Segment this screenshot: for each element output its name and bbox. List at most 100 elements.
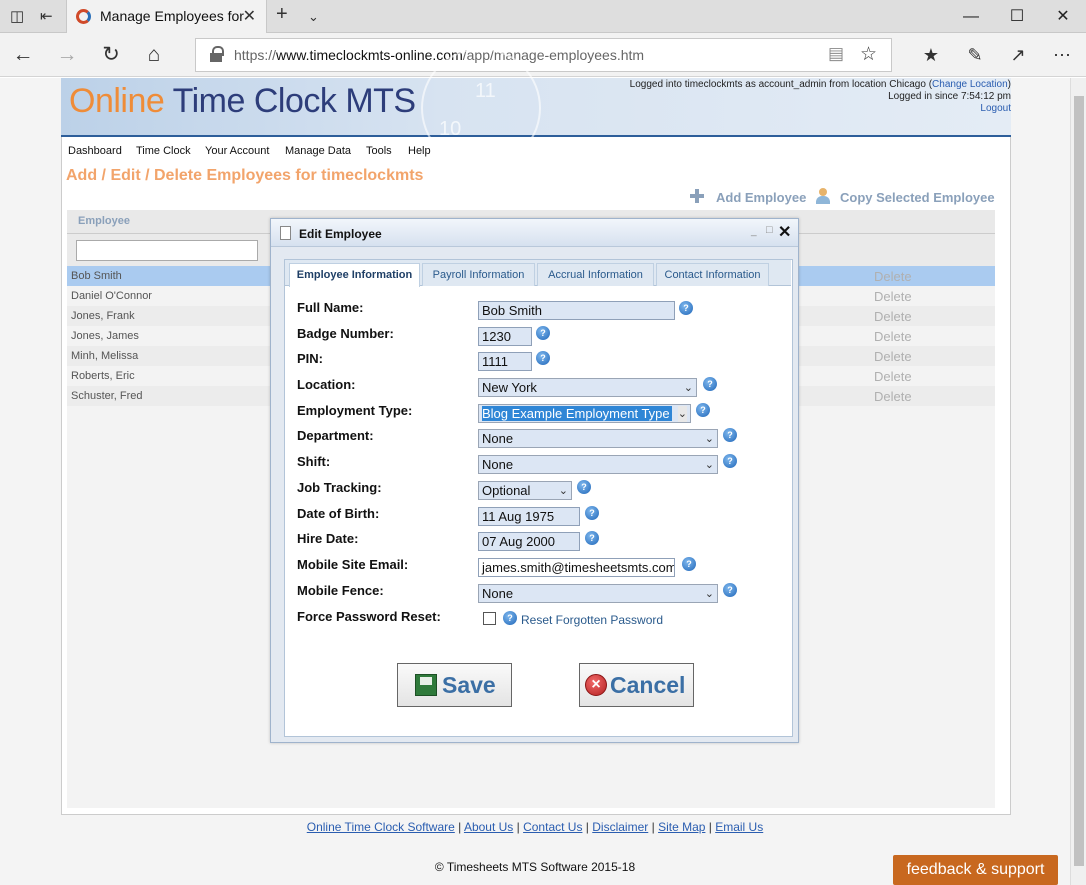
help-icon[interactable]: ? <box>682 557 696 571</box>
help-icon[interactable]: ? <box>723 454 737 468</box>
add-employee-icon[interactable] <box>690 189 704 203</box>
save-button[interactable]: Save <box>397 663 512 707</box>
dialog-titlebar[interactable]: Edit Employee _ □ ✕ <box>271 219 798 247</box>
location-select[interactable]: New York ⌄ <box>478 378 697 397</box>
tab-accrual-information[interactable]: Accrual Information <box>537 263 654 286</box>
reading-view-icon[interactable]: ▤ <box>828 44 844 64</box>
tab-payroll-information[interactable]: Payroll Information <box>422 263 535 286</box>
browser-tab[interactable]: Manage Employees for ✕ <box>66 0 267 33</box>
department-select[interactable]: None ⌄ <box>478 429 718 448</box>
help-icon[interactable]: ? <box>696 403 710 417</box>
delete-link[interactable]: Delete <box>874 289 912 304</box>
footer-link-about[interactable]: About Us <box>464 820 513 834</box>
reset-forgotten-password-link[interactable]: Reset Forgotten Password <box>521 613 663 627</box>
login-status-paren: ) <box>1007 79 1011 90</box>
web-note-pen-icon[interactable]: ✎ <box>961 41 989 69</box>
help-icon[interactable]: ? <box>536 326 550 340</box>
help-icon[interactable]: ? <box>503 611 517 625</box>
employee-name: Bob Smith <box>71 270 122 282</box>
tab-actions-icon[interactable]: ◫ <box>10 7 24 25</box>
help-icon[interactable]: ? <box>679 301 693 315</box>
favorites-hub-icon[interactable]: ★ <box>917 41 945 69</box>
close-window-icon[interactable]: ✕ <box>1040 0 1086 33</box>
cancel-button[interactable]: × Cancel <box>579 663 694 707</box>
menu-dashboard[interactable]: Dashboard <box>68 145 122 157</box>
scrollbar-thumb[interactable] <box>1074 96 1084 866</box>
menu-help[interactable]: Help <box>408 145 431 157</box>
tab-contact-information[interactable]: Contact Information <box>656 263 769 286</box>
menu-your-account[interactable]: Your Account <box>205 145 269 157</box>
mobile-email-input[interactable]: james.smith@timesheetsmts.com <box>478 558 675 577</box>
date-of-birth-input[interactable]: 11 Aug 1975 <box>478 507 580 526</box>
shift-select[interactable]: None ⌄ <box>478 455 718 474</box>
menu-tools[interactable]: Tools <box>366 145 392 157</box>
share-icon[interactable]: ↗ <box>1004 41 1032 69</box>
delete-link[interactable]: Delete <box>874 389 912 404</box>
maximize-icon[interactable]: ☐ <box>994 0 1040 33</box>
feedback-button[interactable]: feedback & support <box>893 855 1058 885</box>
close-tab-icon[interactable]: ✕ <box>243 6 256 26</box>
help-icon[interactable]: ? <box>585 506 599 520</box>
tab-list-chevron-icon[interactable]: ⌄ <box>308 9 319 25</box>
footer-link-email[interactable]: Email Us <box>715 820 763 834</box>
employment-type-select[interactable]: Blog Example Employment Type ⌄ <box>478 404 691 423</box>
dialog-close-icon[interactable]: ✕ <box>778 222 791 242</box>
address-bar[interactable]: https://www.timeclockmts-online.com/app/… <box>195 38 892 72</box>
delete-link[interactable]: Delete <box>874 329 912 344</box>
employee-name: Schuster, Fred <box>71 390 143 402</box>
employee-filter-input[interactable] <box>76 240 258 261</box>
logged-in-since: Logged in since 7:54:12 pm <box>888 91 1011 102</box>
full-name-input[interactable]: Bob Smith <box>478 301 675 320</box>
help-icon[interactable]: ? <box>723 583 737 597</box>
change-location-link[interactable]: Change Location <box>932 79 1008 90</box>
new-tab-icon[interactable]: + <box>276 3 288 26</box>
delete-link[interactable]: Delete <box>874 369 912 384</box>
footer-link-contact[interactable]: Contact Us <box>523 820 582 834</box>
job-tracking-label: Job Tracking: <box>297 480 382 495</box>
force-password-reset-checkbox[interactable] <box>483 612 496 625</box>
menu-time-clock[interactable]: Time Clock <box>136 145 191 157</box>
footer-link-sitemap[interactable]: Site Map <box>658 820 705 834</box>
help-icon[interactable]: ? <box>585 531 599 545</box>
pin-input[interactable]: 1111 <box>478 352 532 371</box>
delete-link[interactable]: Delete <box>874 269 912 284</box>
add-employee-link[interactable]: Add Employee <box>716 190 806 205</box>
employee-column-header[interactable]: Employee <box>78 215 130 227</box>
dialog-minimize-icon[interactable]: _ <box>751 226 757 237</box>
minimize-icon[interactable]: — <box>948 0 994 33</box>
help-icon[interactable]: ? <box>536 351 550 365</box>
back-icon[interactable]: ← <box>9 41 37 69</box>
favorite-star-icon[interactable]: ☆ <box>860 43 877 66</box>
set-tabs-aside-icon[interactable]: ⇤ <box>40 7 53 25</box>
menu-manage-data[interactable]: Manage Data <box>285 145 351 157</box>
badge-number-input[interactable]: 1230 <box>478 327 532 346</box>
home-icon[interactable]: ⌂ <box>140 41 168 69</box>
logout-link[interactable]: Logout <box>630 103 1011 115</box>
tab-employee-information[interactable]: Employee Information <box>289 263 420 287</box>
help-icon[interactable]: ? <box>703 377 717 391</box>
copy-employee-icon[interactable] <box>816 188 830 204</box>
help-icon[interactable]: ? <box>577 480 591 494</box>
page-scrollbar[interactable] <box>1070 78 1086 885</box>
refresh-icon[interactable]: ↻ <box>97 41 125 69</box>
chevron-down-icon: ⌄ <box>704 588 714 600</box>
page-title: Add / Edit / Delete Employees for timecl… <box>66 167 424 184</box>
document-icon <box>280 226 291 240</box>
more-menu-icon[interactable]: ⋯ <box>1048 41 1076 69</box>
department-label: Department: <box>297 428 374 443</box>
footer-link-software[interactable]: Online Time Clock Software <box>307 820 455 834</box>
forward-icon[interactable]: → <box>53 41 81 69</box>
copy-selected-employee-link[interactable]: Copy Selected Employee <box>840 190 995 205</box>
delete-link[interactable]: Delete <box>874 309 912 324</box>
hire-date-label: Hire Date: <box>297 531 359 546</box>
footer-link-disclaimer[interactable]: Disclaimer <box>592 820 648 834</box>
dialog-maximize-icon[interactable]: □ <box>766 224 773 236</box>
date-of-birth-label: Date of Birth: <box>297 506 380 521</box>
job-tracking-select[interactable]: Optional ⌄ <box>478 481 572 500</box>
hire-date-input[interactable]: 07 Aug 2000 <box>478 532 580 551</box>
help-icon[interactable]: ? <box>723 428 737 442</box>
site-logo[interactable]: Online Time Clock MTS <box>69 82 416 121</box>
clock-number: 10 <box>439 118 462 140</box>
mobile-fence-select[interactable]: None ⌄ <box>478 584 718 603</box>
delete-link[interactable]: Delete <box>874 349 912 364</box>
